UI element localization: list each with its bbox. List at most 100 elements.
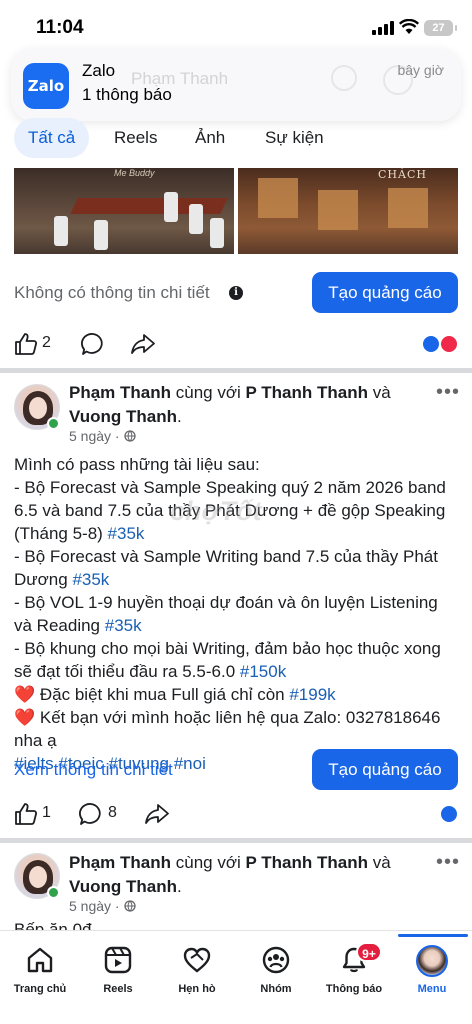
photo-chair [189, 204, 203, 234]
nav-label: Menu [417, 983, 447, 995]
price-hashtag[interactable]: #150k [240, 662, 286, 681]
dating-heart-icon [183, 947, 211, 973]
bottom-navigation: Trang chủ Reels Hẹn hò Nhóm Thông báo Me… [0, 930, 472, 1024]
nav-label: Reels [103, 983, 133, 995]
like-icon[interactable] [13, 801, 39, 827]
co-author-name[interactable]: Vuong Thanh [69, 877, 177, 896]
and-text: và [372, 853, 391, 872]
active-tab-indicator [398, 934, 468, 937]
battery-cap [455, 25, 457, 31]
price-hashtag[interactable]: #199k [289, 685, 335, 704]
create-ad-button[interactable]: Tạo quảng cáo [312, 749, 458, 790]
price-hashtag[interactable]: #35k [105, 616, 142, 635]
post-line: - Bộ VOL 1-9 huyền thoại dự đoán và ôn l… [14, 593, 438, 612]
post-photo-meeting-room[interactable]: Me Buddy [14, 168, 234, 254]
photo-chair [94, 220, 108, 250]
author-name[interactable]: Phạm Thanh [69, 383, 171, 402]
post-header: Phạm Thanh cùng với P Thanh Thanh và Vuo… [69, 381, 429, 429]
online-indicator [47, 886, 60, 899]
create-ad-button[interactable]: Tạo quảng cáo [312, 272, 458, 313]
notification-app-name: Zalo [82, 61, 116, 80]
menu-avatar-icon [416, 945, 448, 977]
period-text: . [176, 407, 182, 426]
more-options-icon[interactable]: ••• [436, 851, 460, 874]
share-icon[interactable] [144, 801, 170, 827]
chotot-watermark: chợTốt [170, 496, 262, 526]
like-reaction-icon [440, 805, 458, 823]
avatar-face [29, 397, 47, 419]
tab-photos[interactable]: Ảnh [195, 118, 225, 158]
post-line: - Bộ khung cho mọi bài Writing, đảm bảo … [14, 639, 441, 658]
photo-chair [164, 192, 178, 222]
price-hashtag[interactable]: #35k [108, 524, 145, 543]
post-line: - Bộ Forecast và Sample Writing band 7.5… [14, 547, 438, 566]
post-actions: 2 [0, 331, 472, 367]
photo-window [318, 190, 358, 230]
post-line: Mình có pass những tài liệu sau: [14, 455, 260, 474]
comment-count: 8 [108, 804, 117, 821]
status-time: 11:04 [36, 17, 84, 38]
tab-all[interactable]: Tất cả [14, 118, 90, 158]
co-author-name[interactable]: P Thanh Thanh [246, 383, 368, 402]
reels-icon [104, 946, 132, 974]
cafe-sign-text: CHÁCH [378, 168, 427, 181]
post-header: Phạm Thanh cùng với P Thanh Thanh và Vuo… [69, 851, 429, 899]
like-icon[interactable] [13, 331, 39, 357]
notification-badge: 9+ [356, 942, 382, 962]
nav-label: Hẹn hò [178, 983, 216, 995]
home-icon [27, 947, 53, 973]
post-meta: 5 ngày · [69, 428, 136, 444]
post-line: sẽ đạt tối thiểu đầu ra 5.5-6.0 #150k [14, 662, 287, 681]
see-details-link[interactable]: Xem thông tin chi tiết [14, 760, 173, 780]
post-photo-cafe[interactable]: CHÁCH [238, 168, 458, 254]
push-notification[interactable]: Phạm Thanh Zalo Zalo 1 thông báo bây giờ [11, 49, 461, 121]
post-line: và Reading #35k [14, 616, 142, 635]
period-text: . [176, 877, 182, 896]
zalo-app-icon: Zalo [23, 63, 69, 109]
post-time[interactable]: 5 ngày [69, 428, 111, 444]
post-time[interactable]: 5 ngày [69, 898, 111, 914]
status-bar: 11:04 27 [0, 0, 472, 56]
like-count: 1 [42, 804, 51, 821]
co-author-name[interactable]: P Thanh Thanh [246, 853, 368, 872]
with-text: cùng với [175, 383, 241, 402]
photo-chair [54, 216, 68, 246]
price-hashtag[interactable]: #35k [72, 570, 109, 589]
author-name[interactable]: Phạm Thanh [69, 853, 171, 872]
like-reaction-icon [422, 335, 440, 353]
and-text: và [372, 383, 391, 402]
with-text: cùng với [175, 853, 241, 872]
comment-icon[interactable] [80, 331, 106, 357]
notification-message: 1 thông báo [82, 85, 172, 104]
post-actions: 1 8 [0, 801, 472, 837]
feed-divider [0, 838, 472, 843]
behind-icon [331, 65, 357, 91]
zalo-logo-text: Zalo [27, 77, 65, 95]
cellular-signal-icon [372, 21, 394, 35]
battery-level: 27 [432, 22, 445, 34]
co-author-name[interactable]: Vuong Thanh [69, 407, 177, 426]
photo-window [388, 188, 428, 228]
globe-icon [123, 900, 136, 912]
tab-events[interactable]: Sự kiện [265, 118, 324, 158]
tab-reels[interactable]: Reels [114, 118, 157, 158]
post-meta: 5 ngày · [69, 898, 136, 914]
battery-indicator: 27 [424, 20, 453, 36]
photo-chair [210, 218, 224, 248]
feed-divider [0, 368, 472, 373]
groups-icon [262, 946, 290, 974]
post-line: ❤️ Kết bạn với mình hoặc liên hệ qua Zal… [14, 708, 441, 727]
filter-tabs: Tất cả Reels Ảnh Sự kiện [0, 118, 472, 162]
nav-label: Trang chủ [13, 983, 67, 995]
photo-desk [70, 198, 228, 214]
post-line: ❤️ Đặc biệt khi mua Full giá chỉ còn #19… [14, 685, 336, 704]
info-icon[interactable]: i [229, 286, 243, 300]
share-icon[interactable] [130, 331, 156, 357]
globe-icon [123, 430, 136, 442]
nav-label: Nhóm [260, 983, 292, 995]
comment-icon[interactable] [78, 801, 104, 827]
post-line: Dương #35k [14, 570, 110, 589]
notification-time: bây giờ [397, 62, 444, 78]
more-options-icon[interactable]: ••• [436, 381, 460, 404]
online-indicator [47, 417, 60, 430]
